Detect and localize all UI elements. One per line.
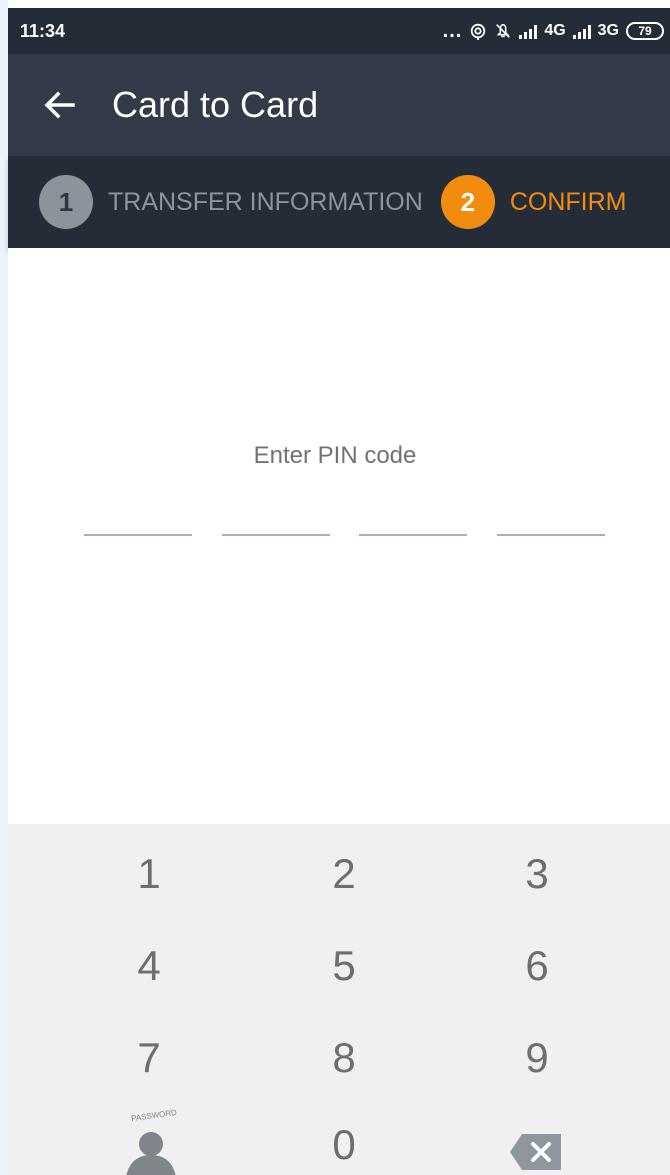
signal-icon	[519, 23, 538, 39]
page-title: Card to Card	[112, 84, 319, 125]
key-7[interactable]: 7	[74, 1020, 224, 1096]
mute-icon	[496, 23, 511, 38]
signal-icon	[572, 23, 591, 39]
key-4[interactable]: 4	[74, 928, 224, 1004]
arrow-left-icon	[44, 91, 75, 119]
left-edge	[0, 0, 8, 1175]
numeric-keypad: 1 2 3 4 5 6 7 8 9 PASSWORD 0	[8, 824, 670, 1175]
key-8[interactable]: 8	[269, 1020, 419, 1096]
key-9[interactable]: 9	[462, 1020, 612, 1096]
status-bar: 11:34 ... 4G 3G 79	[8, 8, 670, 54]
backspace-icon	[510, 1134, 561, 1170]
key-0[interactable]: 0	[269, 1107, 419, 1175]
transfer-stepper: 1 TRANSFER INFORMATION 2 CONFIRM	[8, 156, 670, 248]
three-dots-icon: ...	[442, 20, 463, 42]
status-time: 11:34	[20, 20, 66, 41]
step-number-1: 1	[39, 175, 93, 229]
network-4g: 4G	[544, 22, 566, 39]
step-confirm[interactable]: 2 CONFIRM	[440, 175, 627, 229]
delete-button[interactable]	[482, 1107, 592, 1175]
pin-slot-4[interactable]	[497, 534, 605, 536]
key-1[interactable]: 1	[74, 836, 224, 912]
key-6[interactable]: 6	[462, 928, 612, 1004]
network-3g: 3G	[597, 22, 619, 39]
pin-slot-1[interactable]	[84, 534, 192, 536]
password-key[interactable]: PASSWORD	[94, 1107, 204, 1175]
pin-entry-content	[8, 248, 670, 824]
step-label-confirm: CONFIRM	[509, 187, 627, 216]
pin-slot-2[interactable]	[222, 534, 330, 536]
step-number-2: 2	[440, 175, 495, 229]
key-5[interactable]: 5	[269, 928, 419, 1004]
step-transfer-information[interactable]: 1 TRANSFER INFORMATION	[39, 175, 423, 229]
card-to-card-confirm-screen: 11:34 ... 4G 3G 79 Card to Card 1 TRANSF…	[0, 0, 670, 1175]
battery-icon: 79	[626, 22, 664, 40]
pin-slot-3[interactable]	[359, 534, 467, 536]
key-3[interactable]: 3	[462, 836, 612, 912]
key-2[interactable]: 2	[269, 836, 419, 912]
hotspot-icon	[471, 23, 486, 40]
back-button[interactable]	[30, 75, 90, 135]
status-icons: ... 4G 3G 79	[442, 20, 664, 42]
step-label-transfer-information: TRANSFER INFORMATION	[108, 187, 423, 216]
pin-code-label: Enter PIN code	[253, 442, 417, 469]
app-bar: Card to Card	[8, 54, 670, 156]
